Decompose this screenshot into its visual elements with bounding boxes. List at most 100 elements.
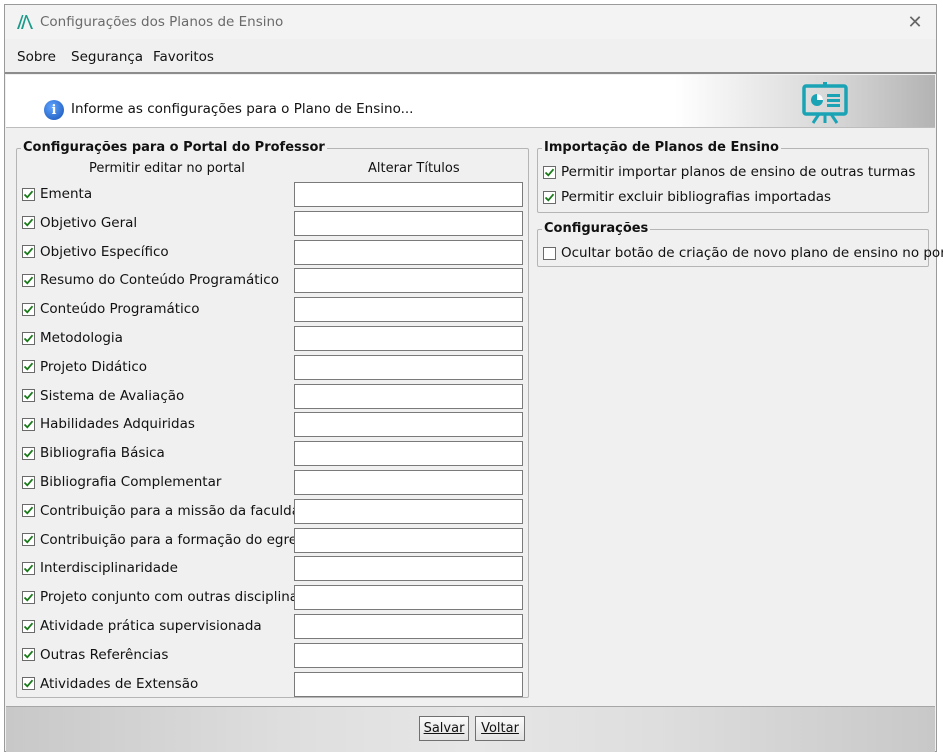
import-option-1-label: Permitir excluir bibliografias importada…	[561, 189, 832, 205]
import-option-1-checkbox[interactable]	[543, 190, 556, 204]
portal-item-11-label: Contribuição para a missão da faculdade	[40, 502, 317, 519]
window-title: Configurações dos Planos de Ensino	[40, 14, 284, 30]
portal-item-10-title-input[interactable]	[294, 470, 523, 495]
portal-item-15-title-input[interactable]	[294, 614, 523, 639]
titles-column-header: Alterar Títulos	[368, 161, 460, 176]
import-option-1-row[interactable]: Permitir excluir bibliografias importada…	[543, 187, 831, 207]
portal-item-2-title-input[interactable]	[294, 239, 523, 265]
portal-item-14-label: Projeto conjunto com outras disciplinas	[40, 589, 306, 606]
portal-item-11-title-input[interactable]	[294, 498, 523, 524]
portal-item-15-checkbox[interactable]	[22, 619, 35, 633]
portal-item-12-label: Contribuição para a formação do egresso	[40, 531, 320, 548]
portal-item-10-checkbox[interactable]	[22, 475, 35, 489]
close-button[interactable]: ✕	[894, 5, 936, 39]
portal-item-5-row[interactable]: Metodologia	[22, 328, 123, 348]
presentation-board-icon	[802, 82, 848, 124]
portal-item-8-label: Habilidades Adquiridas	[40, 416, 195, 433]
portal-item-2-row[interactable]: Objetivo Específico	[22, 242, 169, 262]
config-option-0-row[interactable]: Ocultar botão de criação de novo plano d…	[543, 243, 943, 263]
portal-item-6-title-input[interactable]	[294, 354, 523, 380]
portal-item-0-row[interactable]: Ementa	[22, 184, 92, 204]
menu-seguranca[interactable]: Segurança	[71, 49, 143, 65]
portal-item-7-checkbox[interactable]	[22, 389, 35, 403]
portal-item-16-checkbox[interactable]	[22, 648, 35, 662]
portal-item-4-checkbox[interactable]	[22, 302, 35, 316]
portal-item-8-row[interactable]: Habilidades Adquiridas	[22, 414, 195, 434]
portal-item-14-title-input[interactable]	[294, 585, 523, 611]
portal-item-6-checkbox[interactable]	[22, 360, 35, 374]
portal-item-12-title-input[interactable]	[294, 527, 523, 553]
portal-item-4-title-input[interactable]	[294, 297, 523, 323]
menu-sobre[interactable]: Sobre	[17, 49, 56, 65]
config-group-title: Configurações	[542, 221, 651, 236]
portal-item-6-row[interactable]: Projeto Didático	[22, 357, 147, 377]
import-option-0-label: Permitir importar planos de ensino de ou…	[561, 164, 916, 180]
portal-item-11-row[interactable]: Contribuição para a missão da faculdade	[22, 501, 317, 521]
portal-item-15-row[interactable]: Atividade prática supervisionada	[22, 616, 262, 636]
portal-item-17-label: Atividades de Extensão	[40, 675, 199, 692]
button-bar: Salvar Voltar	[6, 706, 935, 752]
portal-item-17-checkbox[interactable]	[22, 677, 35, 691]
portal-settings-group: Configurações para o Portal do Professor…	[16, 140, 529, 698]
portal-item-13-title-input[interactable]	[294, 556, 523, 582]
title-bar[interactable]: Configurações dos Planos de Ensino ✕	[5, 5, 936, 39]
app-logo-icon	[17, 15, 33, 29]
portal-item-4-label: Conteúdo Programático	[40, 301, 200, 318]
portal-item-13-row[interactable]: Interdisciplinaridade	[22, 558, 178, 578]
import-option-0-checkbox[interactable]	[543, 165, 556, 179]
portal-item-6-label: Projeto Didático	[40, 358, 148, 375]
dialog-window: Configurações dos Planos de Ensino ✕ Sob…	[4, 4, 943, 752]
portal-item-3-label: Resumo do Conteúdo Programático	[40, 272, 279, 289]
portal-item-12-row[interactable]: Contribuição para a formação do egresso	[22, 530, 319, 550]
portal-item-2-label: Objetivo Específico	[40, 243, 169, 260]
portal-item-3-title-input[interactable]	[294, 268, 523, 294]
portal-item-12-checkbox[interactable]	[22, 533, 35, 547]
portal-item-1-label: Objetivo Geral	[40, 214, 138, 231]
portal-item-9-title-input[interactable]	[294, 441, 523, 467]
portal-item-10-label: Bibliografia Complementar	[40, 474, 222, 490]
portal-item-3-row[interactable]: Resumo do Conteúdo Programático	[22, 270, 279, 290]
portal-item-9-row[interactable]: Bibliografia Básica	[22, 443, 165, 463]
portal-item-1-title-input[interactable]	[294, 210, 523, 236]
portal-item-10-row[interactable]: Bibliografia Complementar	[22, 472, 221, 492]
portal-item-8-checkbox[interactable]	[22, 417, 35, 431]
portal-item-14-row[interactable]: Projeto conjunto com outras disciplinas	[22, 587, 305, 607]
portal-item-9-checkbox[interactable]	[22, 446, 35, 460]
portal-item-14-checkbox[interactable]	[22, 590, 35, 604]
info-banner: i Informe as configurações para o Plano …	[6, 75, 935, 128]
portal-group-title: Configurações para o Portal do Professor	[21, 140, 327, 155]
portal-item-16-title-input[interactable]	[294, 642, 523, 668]
portal-item-3-checkbox[interactable]	[22, 273, 35, 287]
portal-item-5-title-input[interactable]	[294, 326, 523, 351]
portal-item-17-title-input[interactable]	[294, 671, 523, 697]
portal-item-5-label: Metodologia	[40, 330, 123, 346]
config-option-0-checkbox[interactable]	[543, 246, 556, 260]
portal-item-0-label: Ementa	[40, 186, 93, 202]
portal-item-16-row[interactable]: Outras Referências	[22, 645, 168, 665]
info-text: Informe as configurações para o Plano de…	[71, 101, 414, 117]
menu-favoritos[interactable]: Favoritos	[153, 49, 214, 65]
portal-item-1-checkbox[interactable]	[22, 216, 35, 230]
edit-column-header: Permitir editar no portal	[89, 161, 245, 176]
menu-bar: Sobre Segurança Favoritos	[5, 42, 936, 74]
import-settings-group: Importação de Planos de Ensino Permitir …	[537, 140, 929, 213]
portal-item-0-checkbox[interactable]	[22, 187, 35, 201]
portal-item-4-row[interactable]: Conteúdo Programático	[22, 299, 199, 319]
save-button[interactable]: Salvar	[419, 716, 469, 741]
portal-item-7-title-input[interactable]	[294, 383, 523, 409]
config-settings-group: Configurações Ocultar botão de criação d…	[537, 221, 943, 267]
portal-item-16-label: Outras Referências	[40, 646, 169, 663]
portal-item-13-checkbox[interactable]	[22, 561, 35, 575]
portal-item-1-row[interactable]: Objetivo Geral	[22, 213, 137, 233]
portal-item-0-title-input[interactable]	[294, 182, 523, 207]
import-option-0-row[interactable]: Permitir importar planos de ensino de ou…	[543, 162, 915, 182]
back-button-label: Voltar	[481, 721, 519, 736]
portal-item-5-checkbox[interactable]	[22, 331, 35, 345]
portal-item-7-row[interactable]: Sistema de Avaliação	[22, 386, 184, 406]
info-icon: i	[44, 100, 64, 120]
portal-item-11-checkbox[interactable]	[22, 504, 35, 518]
portal-item-2-checkbox[interactable]	[22, 245, 35, 259]
portal-item-17-row[interactable]: Atividades de Extensão	[22, 674, 198, 694]
portal-item-8-title-input[interactable]	[294, 412, 523, 438]
back-button[interactable]: Voltar	[475, 716, 525, 741]
